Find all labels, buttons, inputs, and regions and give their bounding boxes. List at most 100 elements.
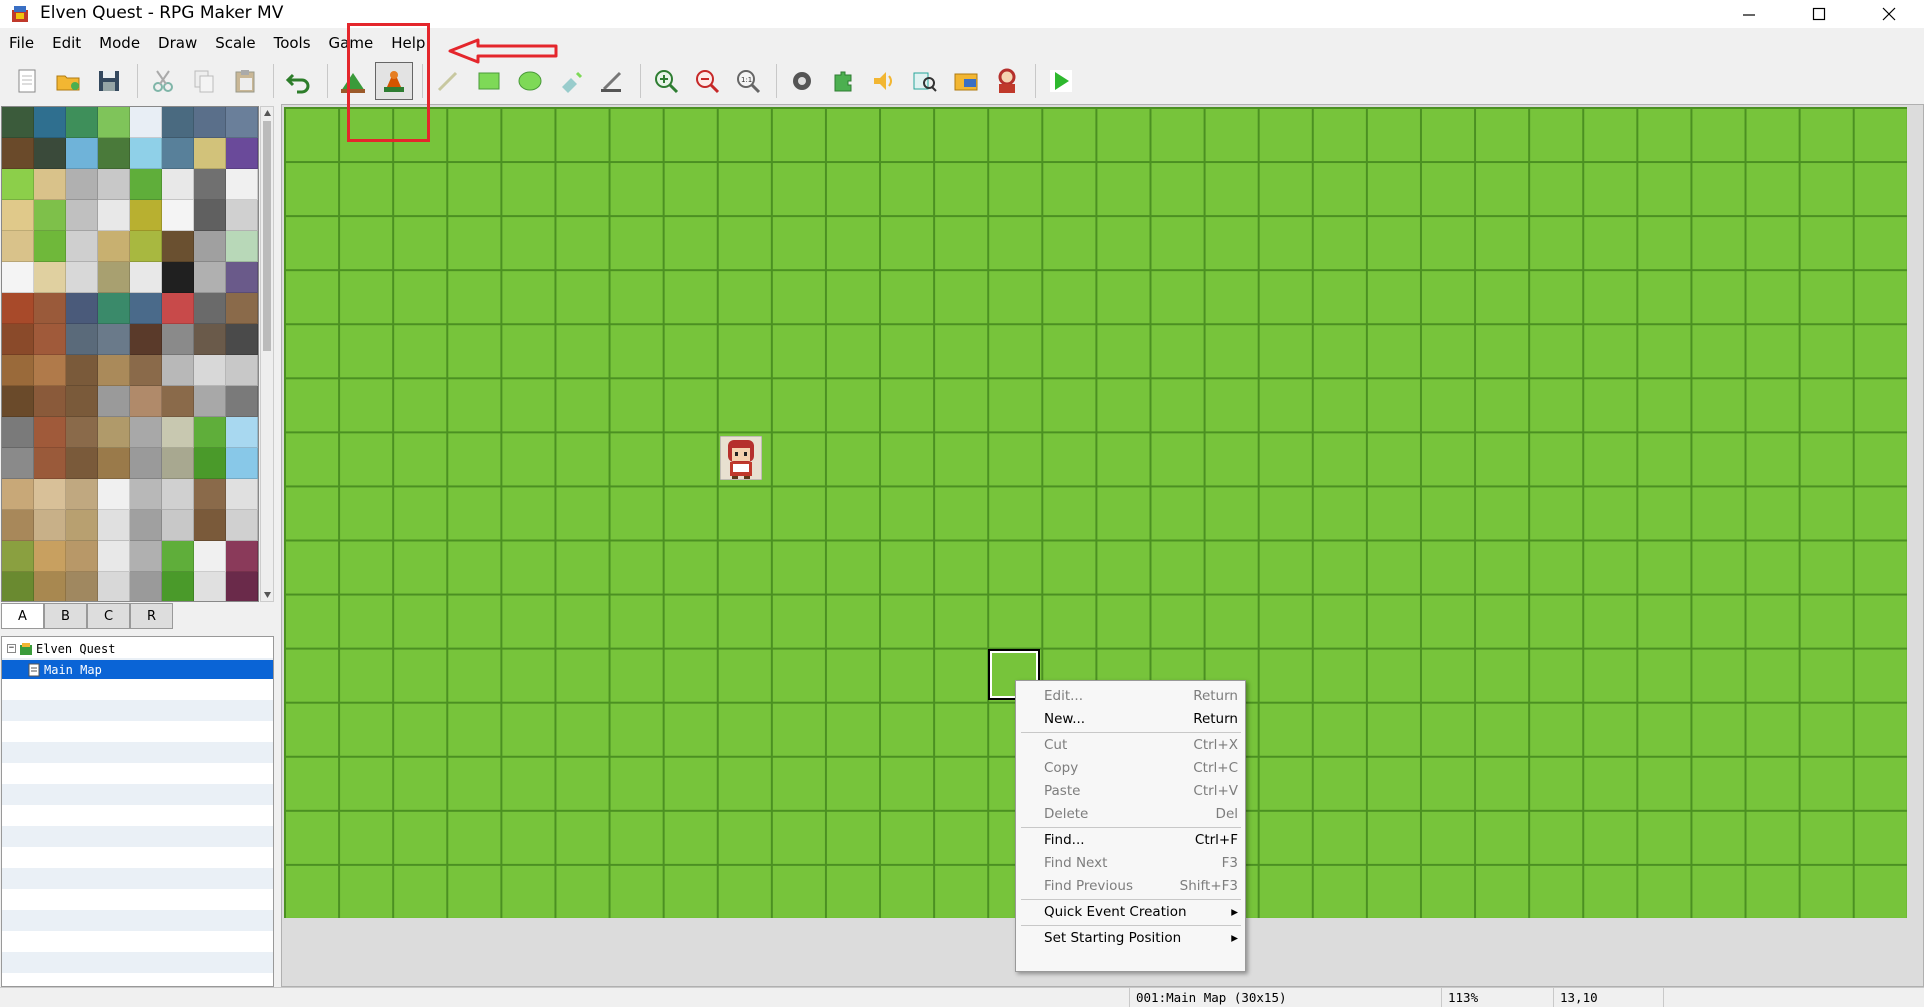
map-tree[interactable]: − Elven Quest Main Map: [1, 636, 274, 987]
tileset-tile[interactable]: [2, 138, 34, 169]
menu-scale[interactable]: Scale: [206, 32, 264, 56]
tileset-tile[interactable]: [194, 448, 226, 479]
tileset-tile[interactable]: [130, 572, 162, 601]
context-menu-item-find[interactable]: Find... Ctrl+F: [1017, 829, 1245, 851]
tileset-tile[interactable]: [194, 107, 226, 138]
context-menu-item-find-next[interactable]: Find Next F3: [1017, 852, 1245, 874]
menu-draw[interactable]: Draw: [149, 32, 206, 56]
tileset-tile[interactable]: [66, 448, 98, 479]
tileset-tile[interactable]: [66, 541, 98, 572]
resource-manager-button[interactable]: [947, 62, 985, 100]
tileset-tile[interactable]: [162, 107, 194, 138]
minimize-button[interactable]: [1714, 0, 1784, 28]
tileset-tile[interactable]: [226, 107, 258, 138]
tileset-tile[interactable]: [162, 262, 194, 293]
tileset-tile[interactable]: [226, 355, 258, 386]
tileset-tile[interactable]: [162, 324, 194, 355]
tileset-tile[interactable]: [2, 262, 34, 293]
tileset-tile[interactable]: [194, 479, 226, 510]
tileset-tile[interactable]: [98, 107, 130, 138]
tileset-tile[interactable]: [98, 355, 130, 386]
tileset-tile[interactable]: [66, 169, 98, 200]
close-button[interactable]: [1854, 0, 1924, 28]
context-menu-item-copy[interactable]: Copy Ctrl+C: [1017, 757, 1245, 779]
tileset-tile[interactable]: [226, 448, 258, 479]
tileset-tile[interactable]: [34, 510, 66, 541]
tileset-tile[interactable]: [98, 169, 130, 200]
menu-mode[interactable]: Mode: [90, 32, 149, 56]
tileset-tile[interactable]: [226, 541, 258, 572]
tileset-tile[interactable]: [226, 417, 258, 448]
tileset-tile[interactable]: [130, 169, 162, 200]
tileset-tile[interactable]: [66, 138, 98, 169]
tileset-tile[interactable]: [66, 572, 98, 601]
tileset-tab-r[interactable]: R: [130, 603, 173, 629]
tileset-tile[interactable]: [226, 386, 258, 417]
tileset-tile[interactable]: [98, 324, 130, 355]
shadow-pen-button[interactable]: [593, 62, 631, 100]
zoom-actual-button[interactable]: 1:1: [729, 62, 767, 100]
tileset-tile[interactable]: [130, 355, 162, 386]
new-project-button[interactable]: [8, 62, 46, 100]
tileset-tile[interactable]: [98, 262, 130, 293]
tileset-tile[interactable]: [98, 386, 130, 417]
tileset-tile[interactable]: [130, 510, 162, 541]
tileset-tile[interactable]: [98, 293, 130, 324]
tileset-tile[interactable]: [98, 200, 130, 231]
flood-fill-button[interactable]: [552, 62, 590, 100]
tileset-tile[interactable]: [162, 479, 194, 510]
scroll-thumb[interactable]: [263, 121, 271, 351]
tileset-tile[interactable]: [34, 200, 66, 231]
tileset-tile[interactable]: [162, 541, 194, 572]
tileset-tile[interactable]: [194, 138, 226, 169]
tileset-tile[interactable]: [130, 324, 162, 355]
context-menu-item-edit[interactable]: Edit... Return: [1017, 685, 1245, 707]
tileset-tile[interactable]: [130, 386, 162, 417]
tileset-tile[interactable]: [66, 355, 98, 386]
tileset-tile[interactable]: [66, 262, 98, 293]
context-menu-item-find-previous[interactable]: Find Previous Shift+F3: [1017, 875, 1245, 897]
tileset-tile[interactable]: [194, 231, 226, 262]
tileset-tile[interactable]: [194, 293, 226, 324]
sound-test-button[interactable]: [865, 62, 903, 100]
open-project-button[interactable]: [49, 62, 87, 100]
tileset-tile[interactable]: [162, 572, 194, 601]
event-searcher-button[interactable]: [906, 62, 944, 100]
tileset-tile[interactable]: [130, 138, 162, 169]
tileset-tile[interactable]: [226, 324, 258, 355]
tileset-tile[interactable]: [130, 541, 162, 572]
scroll-up-icon[interactable]: [263, 109, 272, 117]
context-menu-item-delete[interactable]: Delete Del: [1017, 803, 1245, 825]
tileset-tile[interactable]: [98, 138, 130, 169]
tileset-tile[interactable]: [34, 479, 66, 510]
tileset-tile[interactable]: [194, 510, 226, 541]
tileset-tile[interactable]: [162, 386, 194, 417]
tileset-tile[interactable]: [2, 386, 34, 417]
tileset-tile[interactable]: [130, 262, 162, 293]
tileset-tile[interactable]: [162, 417, 194, 448]
tileset-tile[interactable]: [98, 510, 130, 541]
context-menu-item-set-starting-position[interactable]: Set Starting Position ▸: [1017, 927, 1245, 949]
tileset-tile[interactable]: [34, 448, 66, 479]
tileset-tile[interactable]: [226, 169, 258, 200]
tileset-tile[interactable]: [194, 200, 226, 231]
tileset-tile[interactable]: [66, 293, 98, 324]
tileset-tile[interactable]: [226, 510, 258, 541]
tileset-tile[interactable]: [66, 107, 98, 138]
tileset-tile[interactable]: [66, 200, 98, 231]
tileset-tile[interactable]: [66, 324, 98, 355]
maximize-button[interactable]: [1784, 0, 1854, 28]
tileset-tile[interactable]: [66, 386, 98, 417]
tileset-tile[interactable]: [130, 107, 162, 138]
tileset-tile[interactable]: [98, 417, 130, 448]
context-menu-item-paste[interactable]: Paste Ctrl+V: [1017, 780, 1245, 802]
tileset-tab-b[interactable]: B: [44, 603, 87, 629]
tileset-tile[interactable]: [162, 169, 194, 200]
tileset-tile[interactable]: [194, 262, 226, 293]
zoom-out-button[interactable]: [688, 62, 726, 100]
tileset-tile[interactable]: [194, 541, 226, 572]
tileset-tile[interactable]: [162, 200, 194, 231]
tileset-tile[interactable]: [162, 510, 194, 541]
tileset-tile[interactable]: [226, 138, 258, 169]
scroll-down-icon[interactable]: [263, 591, 272, 599]
